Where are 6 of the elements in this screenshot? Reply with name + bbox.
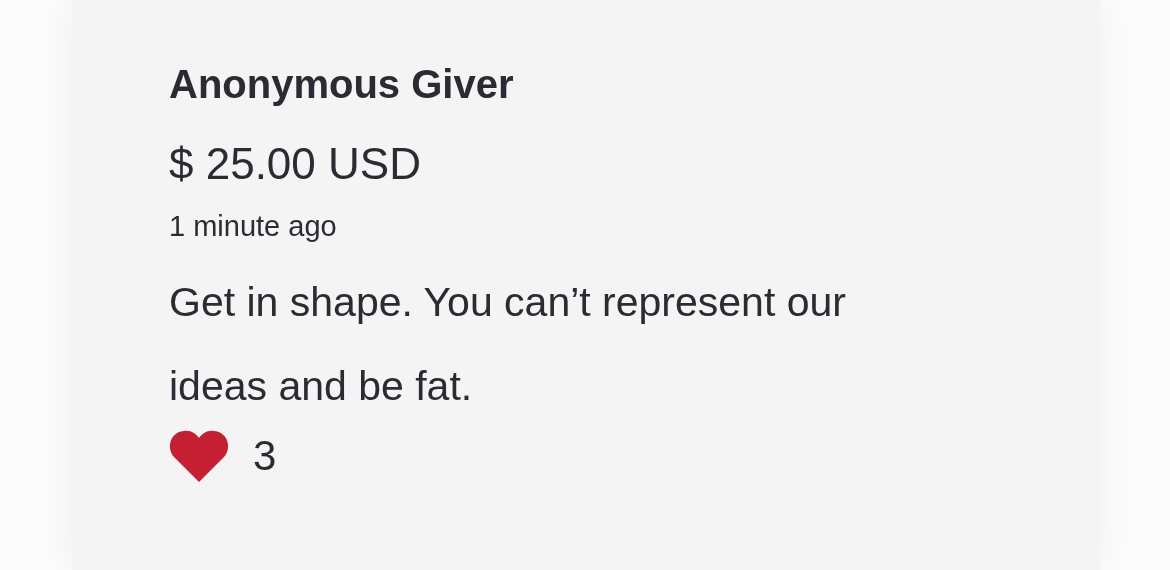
like-count: 3: [253, 431, 277, 481]
donation-time: 1 minute ago: [169, 209, 338, 244]
heart-icon[interactable]: [169, 430, 229, 482]
donation-message: Get in shape. You can’t represent our ideas and be fat.: [169, 278, 847, 411]
donor-name: Anonymous Giver: [169, 61, 515, 108]
donation-amount: $ 25.00 USD: [169, 138, 422, 190]
